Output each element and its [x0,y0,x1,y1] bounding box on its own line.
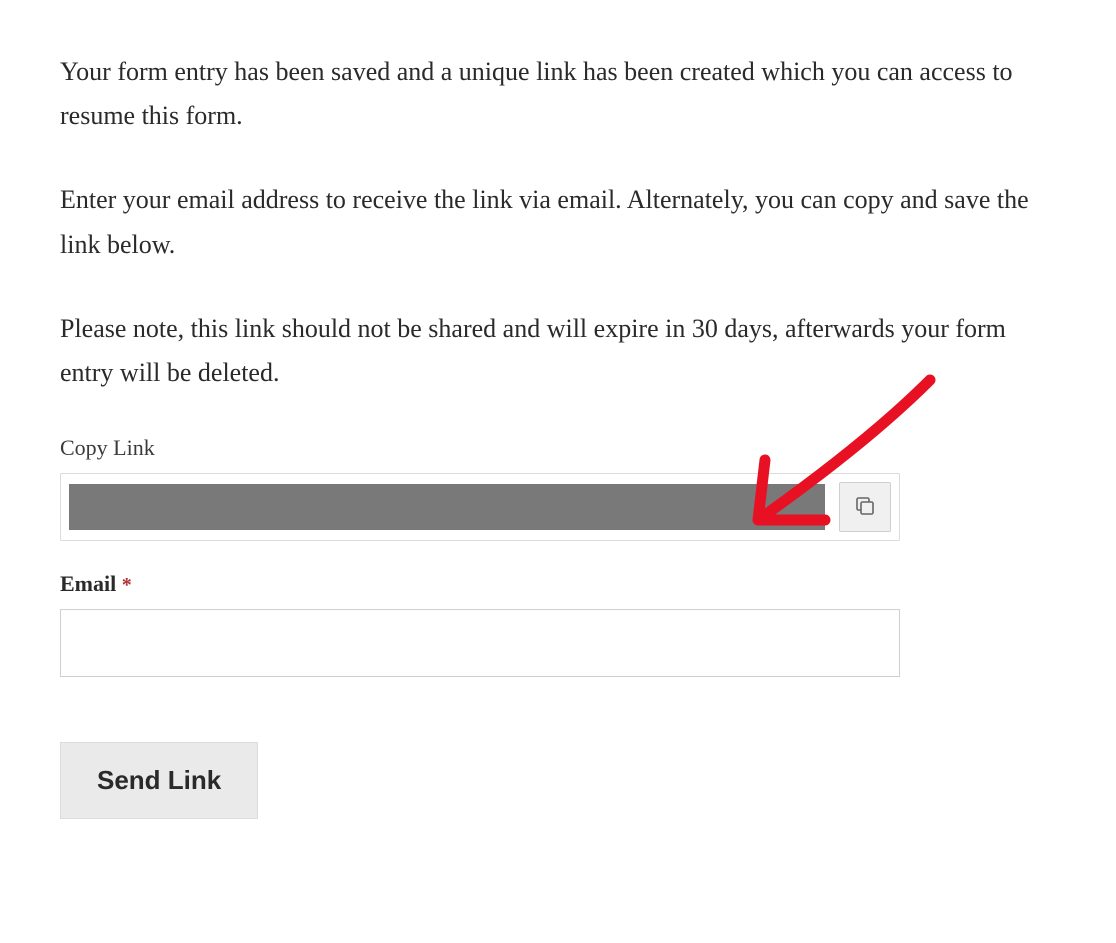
required-indicator: * [122,574,132,596]
email-label-text: Email [60,571,116,596]
copy-link-label: Copy Link [60,435,1056,461]
info-paragraph-1: Your form entry has been saved and a uni… [60,50,1056,138]
copy-link-field: Copy Link [60,435,1056,541]
copy-button[interactable] [839,482,891,532]
email-field-group: Email * [60,571,1056,677]
copy-link-row [60,473,900,541]
link-value-redacted[interactable] [69,484,825,530]
info-paragraph-3: Please note, this link should not be sha… [60,307,1056,395]
email-input[interactable] [60,609,900,677]
info-paragraph-2: Enter your email address to receive the … [60,178,1056,266]
email-label: Email * [60,571,1056,597]
copy-icon [853,494,877,521]
send-link-button[interactable]: Send Link [60,742,258,819]
